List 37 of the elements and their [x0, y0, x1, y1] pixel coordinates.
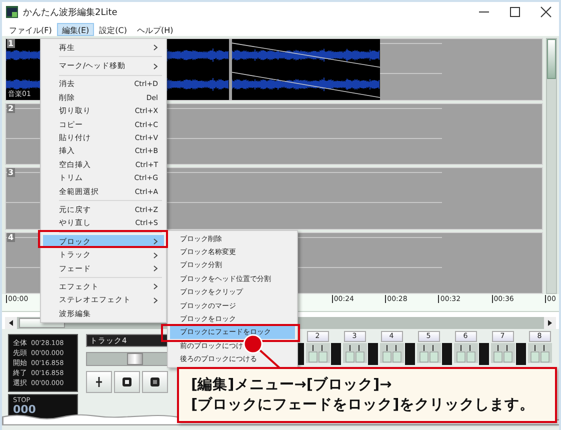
- track-number: 2: [7, 104, 15, 112]
- track-number: 3: [7, 168, 15, 177]
- app-icon: [6, 6, 18, 18]
- scroll-thumb[interactable]: [547, 39, 556, 79]
- tuning-button[interactable]: [86, 371, 112, 393]
- menu-item[interactable]: 設定(C): [94, 22, 132, 36]
- fader-icon[interactable]: [304, 342, 330, 363]
- vertical-scrollbar[interactable]: [546, 38, 557, 294]
- chevron-icon: [153, 62, 158, 70]
- level-meter: [479, 343, 489, 365]
- stop-icon: [122, 377, 132, 387]
- fader-icon[interactable]: [452, 342, 478, 363]
- track-number: 1: [7, 39, 15, 48]
- fader-icon[interactable]: [342, 342, 368, 363]
- stop-button[interactable]: [114, 371, 140, 393]
- level-meter: [516, 343, 526, 365]
- volume-slider[interactable]: [86, 352, 170, 366]
- time-value: 000: [13, 404, 37, 416]
- slider-thumb[interactable]: [126, 353, 143, 365]
- menu-item[interactable]: 編集(E): [56, 22, 94, 36]
- chevron-icon: [153, 44, 158, 52]
- instruction-text: [編集]メニュー→[ブロック]→: [191, 376, 393, 395]
- waveform-block[interactable]: [232, 39, 380, 100]
- track-number: 4: [7, 232, 15, 242]
- menu-item[interactable]: ファイル(F): [4, 22, 57, 36]
- fader-icon[interactable]: [378, 342, 404, 363]
- level-meter: [331, 343, 341, 365]
- fader-icon[interactable]: [490, 342, 516, 363]
- square-icon: [150, 377, 160, 387]
- fader-icon[interactable]: [416, 342, 442, 363]
- level-meter: [405, 343, 415, 365]
- fader-icon[interactable]: [526, 342, 552, 363]
- level-meter: [368, 343, 378, 365]
- menu-item[interactable]: ヘルプ(H): [132, 22, 178, 36]
- instruction-text: [ブロックにフェードをロック]をクリックします。: [191, 396, 536, 415]
- level-meter: [442, 343, 452, 365]
- window-title: かんたん波形編集2Lite: [23, 6, 118, 18]
